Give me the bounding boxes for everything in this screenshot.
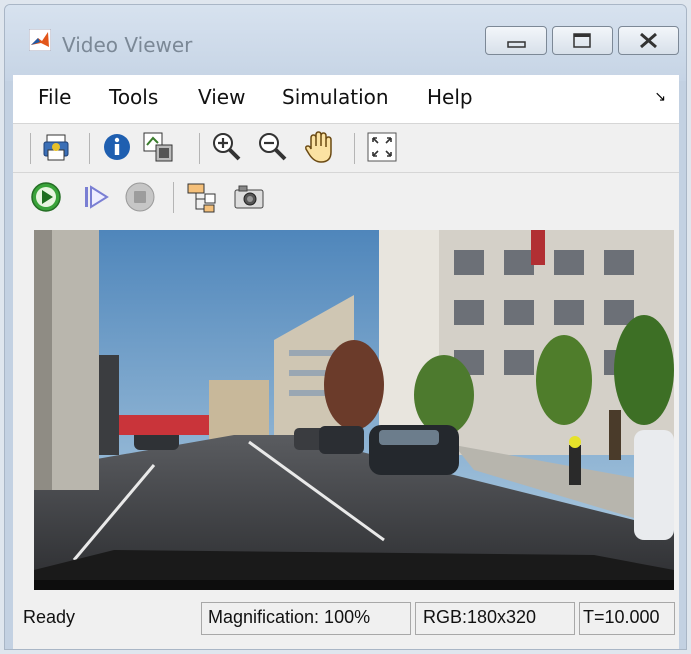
stop-icon[interactable] — [124, 181, 156, 213]
status-rgb: RGB:180x320 — [423, 607, 537, 627]
status-bar: Ready Magnification: 100% RGB:180x320 T=… — [13, 597, 679, 649]
video-display-area[interactable] — [13, 221, 679, 597]
info-icon[interactable] — [101, 131, 133, 163]
title-bar[interactable]: Video Viewer — [5, 5, 686, 81]
status-time: T=10.000 — [583, 607, 660, 627]
dock-arrow-icon[interactable]: ↘ — [654, 89, 666, 105]
snapshot-icon[interactable] — [233, 182, 267, 212]
toolbar-separator — [199, 133, 200, 164]
minimize-icon — [507, 41, 526, 48]
menu-view[interactable]: View — [198, 85, 245, 109]
zoom-out-icon[interactable] — [257, 131, 289, 163]
menu-bar: File Tools View Simulation Help ↘ — [13, 75, 679, 123]
menu-simulation[interactable]: Simulation — [282, 85, 389, 109]
close-button[interactable] — [618, 26, 679, 55]
maximize-button[interactable] — [552, 26, 613, 55]
toolbar-simulation — [13, 172, 679, 222]
zoom-in-icon[interactable] — [211, 131, 243, 163]
window-title: Video Viewer — [62, 33, 193, 57]
menu-tools[interactable]: Tools — [109, 85, 158, 109]
toolbar-separator — [354, 133, 355, 164]
pan-hand-icon[interactable] — [303, 129, 337, 165]
toolbar-separator — [173, 182, 174, 213]
close-icon — [640, 32, 657, 49]
toolbar-main — [13, 123, 679, 173]
video-viewer-window: Video Viewer File Tools View Simulation … — [4, 4, 687, 650]
step-forward-icon[interactable] — [81, 182, 111, 212]
highlight-block-icon[interactable] — [185, 181, 217, 213]
toolbar-separator — [30, 133, 31, 164]
video-frame-image — [34, 230, 674, 590]
fit-to-view-icon[interactable] — [366, 131, 398, 163]
toolbar-separator — [89, 133, 90, 164]
status-state: Ready — [23, 607, 76, 627]
run-icon[interactable] — [30, 181, 62, 213]
minimize-button[interactable] — [485, 26, 547, 55]
menu-help[interactable]: Help — [427, 85, 473, 109]
maintain-fit-icon[interactable] — [141, 130, 175, 164]
print-icon[interactable] — [41, 132, 71, 164]
status-magnification: Magnification: 100% — [208, 607, 371, 627]
maximize-icon — [573, 33, 591, 48]
menu-file[interactable]: File — [38, 85, 71, 109]
matlab-app-icon — [29, 29, 51, 51]
